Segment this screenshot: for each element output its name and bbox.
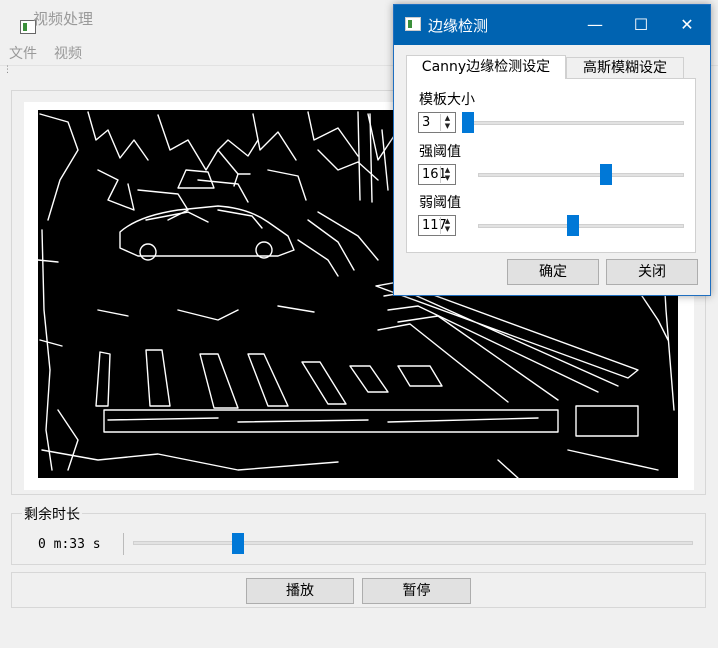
dialog-title: 边缘检测: [428, 17, 489, 35]
ok-button[interactable]: 确定: [507, 259, 599, 285]
weak-threshold-label: 弱阈值: [419, 195, 461, 211]
play-button[interactable]: 播放: [246, 578, 354, 604]
time-divider: [123, 533, 124, 555]
kernel-size-slider-track[interactable]: [462, 121, 684, 125]
remaining-time-title: 剩余时长: [22, 504, 82, 524]
main-title-text: 视频处理: [33, 10, 94, 28]
dialog-window-icon: [405, 17, 421, 31]
strong-threshold-label: 强阈值: [419, 144, 461, 160]
strong-threshold-slider-track[interactable]: [478, 173, 684, 177]
remaining-time-group: [11, 513, 706, 565]
progress-slider-handle[interactable]: [231, 533, 244, 554]
tab-canny-settings[interactable]: Canny边缘检测设定: [406, 55, 566, 79]
weak-threshold-spinbox[interactable]: 117 ▲ ▼: [418, 215, 456, 236]
spin-arrows-icon[interactable]: ▲ ▼: [440, 114, 454, 131]
edge-detection-dialog: 边缘检测 — ☐ ✕ Canny边缘检测设定 高斯模糊设定 模板大小 3 ▲ ▼ …: [393, 4, 711, 296]
strong-threshold-spinbox[interactable]: 161 ▲ ▼: [418, 164, 456, 185]
weak-threshold-slider-track[interactable]: [478, 224, 684, 228]
weak-threshold-slider-handle[interactable]: [567, 215, 580, 236]
minimize-icon[interactable]: —: [572, 5, 618, 45]
kernel-size-spinbox[interactable]: 3 ▲ ▼: [418, 112, 456, 133]
close-icon[interactable]: ✕: [664, 5, 710, 45]
maximize-icon[interactable]: ☐: [618, 5, 664, 45]
menu-file[interactable]: 文件: [9, 43, 37, 63]
dialog-titlebar[interactable]: 边缘检测 — ☐ ✕: [394, 5, 710, 45]
close-button[interactable]: 关闭: [606, 259, 698, 285]
strong-threshold-slider-handle[interactable]: [600, 164, 613, 185]
kernel-size-label: 模板大小: [419, 92, 475, 108]
menu-video[interactable]: 视频: [54, 43, 82, 63]
spin-arrows-icon[interactable]: ▲ ▼: [440, 166, 454, 183]
toolbar-grip[interactable]: ⋮: [3, 66, 12, 75]
playback-controls-group: [11, 572, 706, 608]
remaining-time-readout: 0 m:33 s: [38, 537, 101, 552]
tab-gaussian-blur-settings[interactable]: 高斯模糊设定: [566, 57, 684, 79]
kernel-size-slider-handle[interactable]: [462, 112, 474, 133]
spin-arrows-icon[interactable]: ▲ ▼: [440, 217, 454, 234]
pause-button[interactable]: 暂停: [362, 578, 471, 604]
kernel-size-value: 3: [422, 115, 431, 130]
progress-slider-track[interactable]: [133, 541, 693, 545]
